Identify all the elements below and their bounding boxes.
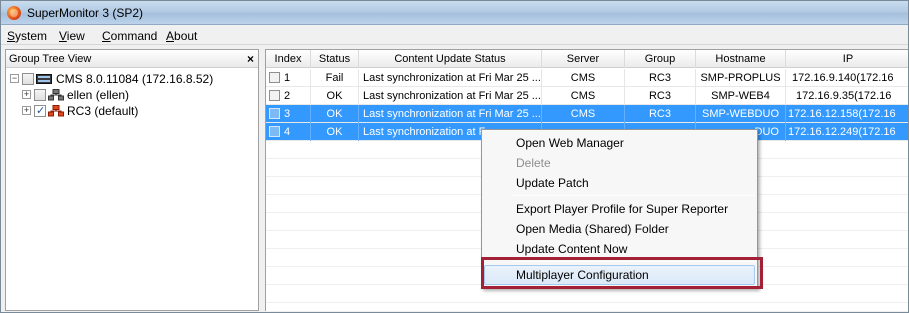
group-tree-pane: Group Tree View × − CMS 8.0.11084 (172.1…	[5, 49, 259, 311]
column-header-status[interactable]: Status	[311, 50, 359, 68]
collapse-icon[interactable]: −	[10, 74, 19, 83]
column-header-group[interactable]: Group	[625, 50, 696, 68]
server-cell: CMS	[542, 69, 625, 87]
index-cell: 3	[266, 105, 311, 123]
menu-item-export-player-profile[interactable]: Export Player Profile for Super Reporter	[484, 199, 755, 219]
table-row[interactable]: 1 Fail Last synchronization at Fri Mar 2…	[266, 69, 908, 87]
server-icon	[36, 73, 52, 85]
title-bar[interactable]: SuperMonitor 3 (SP2)	[1, 1, 908, 25]
tree-node-cms[interactable]: − CMS 8.0.11084 (172.16.8.52)	[8, 71, 258, 87]
menu-item-open-web-manager[interactable]: Open Web Manager	[484, 133, 755, 153]
status-cell: OK	[311, 87, 359, 105]
row-index: 3	[284, 108, 291, 120]
group-cell: RC3	[625, 69, 696, 87]
index-cell: 4	[266, 123, 311, 141]
content-status-cell: Last synchronization at Fri Mar 25 ...	[359, 87, 542, 105]
row-checkbox[interactable]	[269, 72, 280, 83]
status-cell: OK	[311, 123, 359, 141]
column-header-content-update-status[interactable]: Content Update Status	[359, 50, 542, 68]
ip-cell: 172.16.9.35(172.16	[786, 87, 908, 105]
close-icon[interactable]: ×	[247, 52, 254, 66]
grid-header: Index Status Content Update Status Serve…	[266, 50, 908, 68]
app-window: SuperMonitor 3 (SP2) System View Command…	[0, 0, 909, 313]
tree-node-rc3[interactable]: + RC3 (default)	[8, 103, 258, 119]
tree-checkbox[interactable]	[22, 73, 34, 85]
tree-node-ellen[interactable]: + ellen (ellen)	[8, 87, 258, 103]
menu-about[interactable]: About	[166, 29, 197, 43]
column-header-ip[interactable]: IP	[786, 50, 908, 68]
menu-item-update-patch[interactable]: Update Patch	[484, 173, 755, 193]
menu-bar: System View Command About	[1, 26, 908, 45]
tree-checkbox[interactable]	[34, 89, 46, 101]
tree-node-label: CMS 8.0.11084 (172.16.8.52)	[56, 72, 214, 86]
context-menu: Open Web Manager Delete Update Patch Exp…	[481, 129, 758, 289]
menu-view[interactable]: View	[59, 29, 85, 43]
menu-command[interactable]: Command	[102, 29, 157, 43]
window-title: SuperMonitor 3 (SP2)	[27, 6, 144, 20]
column-header-index[interactable]: Index	[266, 50, 311, 68]
expand-icon[interactable]: +	[22, 106, 31, 115]
tree-node-label: ellen (ellen)	[67, 88, 130, 102]
group-cell: RC3	[625, 87, 696, 105]
hostname-cell: SMP-WEBDUO	[696, 105, 786, 123]
group-cell: RC3	[625, 105, 696, 123]
tree-checkbox-checked[interactable]	[34, 104, 46, 117]
ip-cell: 172.16.12.158(172.16	[786, 105, 908, 123]
hostname-cell: SMP-PROPLUS	[696, 69, 786, 87]
group-tree-title: Group Tree View	[9, 53, 92, 65]
menu-item-delete[interactable]: Delete	[484, 153, 755, 173]
content-status-cell: Last synchronization at Fri Mar 25 ...	[359, 69, 542, 87]
table-row[interactable]: 2 OK Last synchronization at Fri Mar 25 …	[266, 87, 908, 105]
ip-cell: 172.16.12.249(172.16	[786, 123, 908, 141]
status-cell: Fail	[311, 69, 359, 87]
column-header-hostname[interactable]: Hostname	[696, 50, 786, 68]
column-header-server[interactable]: Server	[542, 50, 625, 68]
menu-item-open-media-folder[interactable]: Open Media (Shared) Folder	[484, 219, 755, 239]
row-checkbox[interactable]	[269, 126, 280, 137]
server-cell: CMS	[542, 105, 625, 123]
menu-item-update-content-now[interactable]: Update Content Now	[484, 239, 755, 259]
row-checkbox[interactable]	[269, 90, 280, 101]
group-tree-header: Group Tree View ×	[6, 50, 258, 68]
ip-cell: 172.16.9.140(172.16	[786, 69, 908, 87]
group-icon	[48, 105, 64, 117]
app-icon	[7, 6, 21, 20]
content-status-cell: Last synchronization at Fri Mar 25 ...	[359, 105, 542, 123]
index-cell: 2	[266, 87, 311, 105]
server-cell: CMS	[542, 87, 625, 105]
index-cell: 1	[266, 69, 311, 87]
menu-separator	[512, 195, 755, 196]
menu-separator	[512, 261, 755, 262]
expand-icon[interactable]: +	[22, 90, 31, 99]
status-cell: OK	[311, 105, 359, 123]
row-index: 1	[284, 72, 291, 84]
hostname-cell: SMP-WEB4	[696, 87, 786, 105]
row-index: 4	[284, 126, 291, 138]
menu-system[interactable]: System	[7, 29, 47, 43]
tree-node-label: RC3 (default)	[67, 104, 139, 118]
table-row-selected[interactable]: 3 OK Last synchronization at Fri Mar 25 …	[266, 105, 908, 123]
menu-item-multiplayer-configuration[interactable]: Multiplayer Configuration	[484, 265, 755, 285]
row-index: 2	[284, 90, 291, 102]
group-icon	[48, 89, 64, 101]
row-checkbox[interactable]	[269, 108, 280, 119]
